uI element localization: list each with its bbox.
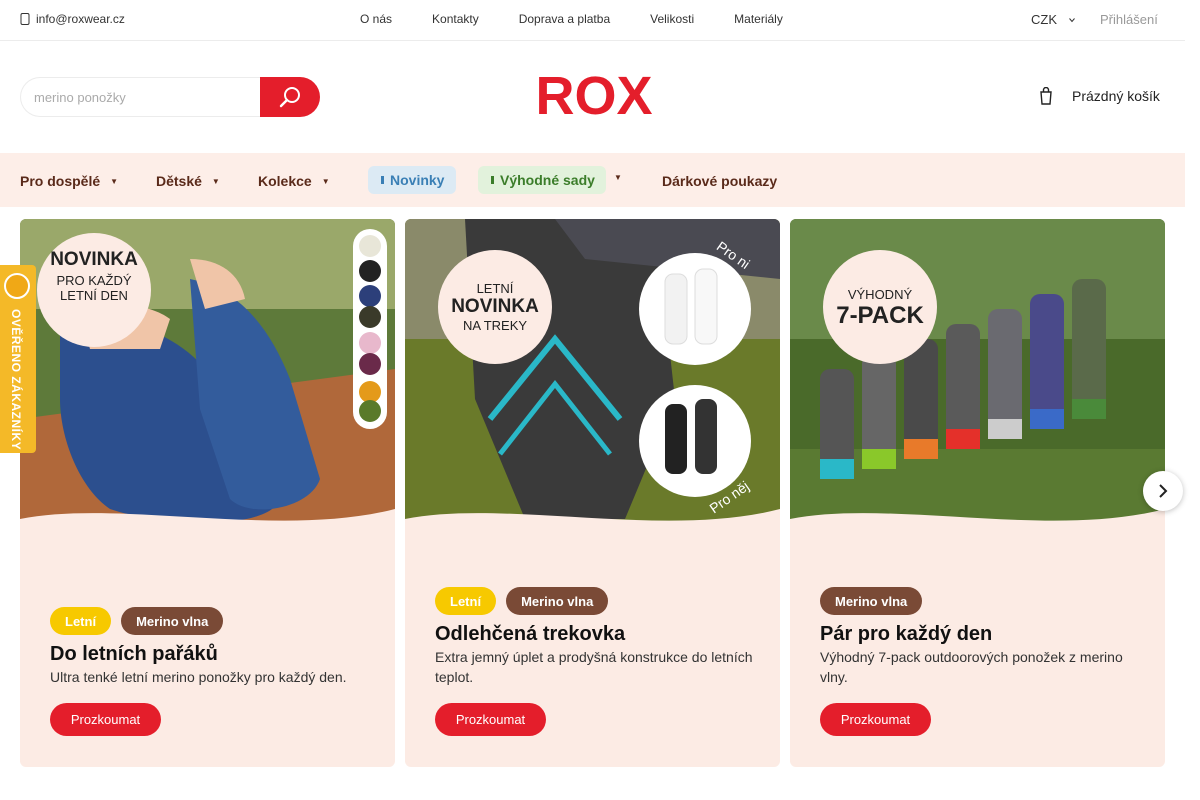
card-text: Výhodný 7-pack outdoorových ponožek z me… [820, 649, 1123, 685]
badge-line: NA TREKY [462, 318, 528, 333]
tag-merino: Merino vlna [506, 587, 609, 615]
badge-line: LETNÍ DEN [60, 288, 128, 303]
nav-item-label: Kolekce [258, 173, 312, 189]
top-link-contacts[interactable]: Kontakty [432, 12, 479, 26]
top-link-materials[interactable]: Materiály [734, 12, 783, 26]
badge-line: VÝHODNÝ [847, 287, 913, 302]
top-links: O nás Kontakty Doprava a platba Velikost… [360, 12, 823, 26]
card-image-badge: LETNÍ NOVINKA NA TREKY [438, 281, 552, 333]
logo-text: ROX [535, 70, 652, 120]
promo-card-trekking[interactable]: LETNÍ NOVINKA NA TREKY Pro ni Pro něj Le… [405, 219, 780, 767]
nav-item-gift-cards[interactable]: Dárkové poukazy [662, 173, 777, 189]
explore-button[interactable]: Prozkoumat [820, 703, 931, 736]
badge-line: NOVINKA [50, 249, 138, 270]
top-link-sizes[interactable]: Velikosti [650, 12, 694, 26]
nav-item-label: Pro dospělé [20, 173, 101, 189]
nav-item-new[interactable]: Novinky [368, 166, 456, 194]
chevron-right-icon [1159, 484, 1168, 498]
card-tags: Merino vlna [820, 587, 923, 615]
carousel-next-button[interactable] [1143, 471, 1183, 511]
login-link[interactable]: Přihlášení [1100, 12, 1158, 27]
nav-item-deals[interactable]: Výhodné sady [478, 166, 606, 194]
logo-mark: ROX [535, 66, 652, 126]
search-box [20, 77, 320, 117]
chevron-down-icon: ▼ [110, 176, 119, 186]
nav-deals-dropdown[interactable]: ▼ [614, 173, 622, 182]
promo-card-summer[interactable]: NOVINKA PRO KAŽDÝ LETNÍ DEN Letní Merino… [20, 219, 395, 767]
cart-icon [1040, 87, 1052, 105]
chevron-down-icon [1069, 17, 1075, 22]
email-link[interactable]: info@roxwear.cz [20, 12, 125, 26]
card-title: Do letních pařáků [50, 643, 218, 665]
chevron-down-icon: ▼ [211, 176, 220, 186]
explore-button[interactable]: Prozkoumat [435, 703, 546, 736]
card-image-badge: NOVINKA PRO KAŽDÝ LETNÍ DEN [37, 249, 151, 303]
seal-icon [4, 273, 30, 299]
phone-icon [20, 13, 30, 25]
badge-line: LETNÍ [476, 281, 514, 296]
tag-merino: Merino vlna [820, 587, 923, 615]
star-icon [381, 176, 384, 184]
cart-button[interactable]: Prázdný košík [1040, 87, 1160, 105]
nav-item-adults[interactable]: Pro dospělé ▼ [20, 173, 118, 189]
badge-line: NOVINKA [451, 296, 539, 317]
currency-selector[interactable]: CZK [1031, 12, 1075, 27]
verified-customers-badge[interactable]: OVĚŘENO ZÁKAZNÍKY [0, 265, 36, 453]
nav-item-collections[interactable]: Kolekce ▼ [258, 173, 330, 189]
card-image-badge: VÝHODNÝ 7-PACK [823, 287, 937, 330]
currency-label: CZK [1031, 12, 1057, 27]
badge-line: PRO KAŽDÝ [56, 273, 132, 288]
card-title: Pár pro každý den [820, 623, 993, 645]
nav-item-label: Novinky [390, 172, 445, 188]
nav-item-kids[interactable]: Dětské ▼ [156, 173, 220, 189]
card-text: Ultra tenké letní merino ponožky pro kaž… [50, 669, 347, 685]
tag-summer: Letní [435, 587, 497, 615]
tag-merino: Merino vlna [121, 607, 224, 635]
search-icon [279, 87, 300, 108]
nav-item-label: Výhodné sady [500, 172, 595, 188]
card-tags: Letní Merino vlna [435, 587, 609, 615]
chevron-down-icon: ▼ [321, 176, 330, 186]
top-link-about[interactable]: O nás [360, 12, 392, 26]
badge-text: OVĚŘENO ZÁKAZNÍKY [9, 309, 23, 451]
tag-summer: Letní [50, 607, 112, 635]
promo-card-7pack[interactable]: VÝHODNÝ 7-PACK Merino vlna Pár pro každý… [790, 219, 1165, 767]
cart-label: Prázdný košík [1072, 88, 1160, 104]
email-text: info@roxwear.cz [36, 12, 125, 26]
card-text: Extra jemný úplet a prodyšná konstrukce … [435, 649, 753, 685]
search-button[interactable] [260, 77, 320, 117]
badge-line: 7-PACK [836, 302, 924, 329]
card-title: Odlehčená trekovka [435, 623, 626, 645]
main-nav: Pro dospělé ▼ Dětské ▼ Kolekce ▼ Novinky… [0, 153, 1185, 207]
nav-item-label: Dětské [156, 173, 202, 189]
chevron-down-icon: ▼ [614, 173, 622, 182]
card-image-socks-7pack [790, 219, 1165, 549]
explore-button[interactable]: Prozkoumat [50, 703, 161, 736]
nav-item-label: Dárkové poukazy [662, 173, 778, 189]
percent-icon [491, 176, 494, 184]
search-input[interactable] [20, 77, 261, 117]
rox-logo[interactable]: ROX [524, 66, 664, 126]
card-tags: Letní Merino vlna [50, 607, 224, 635]
top-bar: info@roxwear.cz O nás Kontakty Doprava a… [0, 0, 1185, 41]
top-link-shipping[interactable]: Doprava a platba [519, 12, 610, 26]
